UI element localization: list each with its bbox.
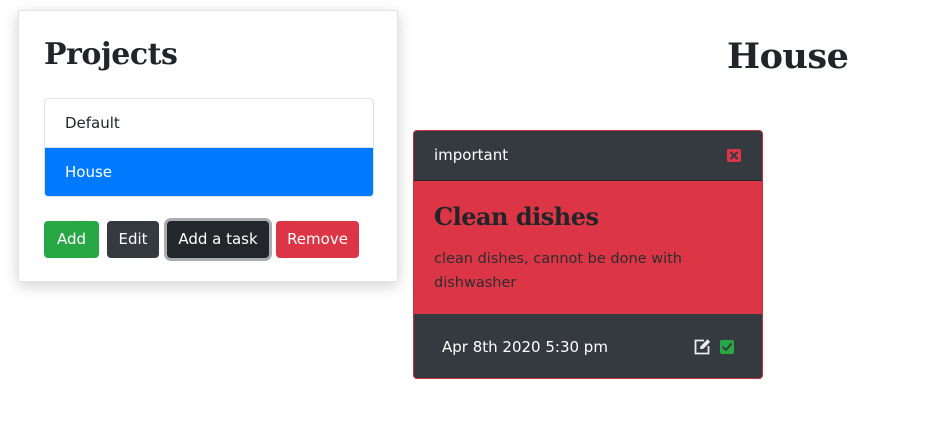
edit-icon[interactable] bbox=[693, 338, 712, 355]
remove-project-button[interactable]: Remove bbox=[276, 221, 359, 258]
project-list: Default House bbox=[44, 98, 374, 197]
task-due-date: Apr 8th 2020 5:30 pm bbox=[442, 338, 608, 356]
task-card: important Clean dishes clean dishes, can… bbox=[413, 130, 763, 379]
project-heading: House bbox=[727, 36, 849, 77]
close-icon[interactable] bbox=[727, 149, 741, 162]
task-title: Clean dishes bbox=[434, 202, 599, 231]
task-header: important bbox=[414, 131, 762, 181]
add-task-button[interactable]: Add a task bbox=[167, 221, 269, 258]
project-item-default[interactable]: Default bbox=[45, 99, 373, 148]
project-item-house[interactable]: House bbox=[45, 148, 373, 196]
projects-title: Projects bbox=[44, 37, 178, 72]
task-body: Clean dishes clean dishes, cannot be don… bbox=[414, 181, 762, 314]
task-priority: important bbox=[434, 146, 509, 164]
add-project-button[interactable]: Add bbox=[44, 221, 99, 258]
projects-panel: Projects Default House Add Edit Add a ta… bbox=[18, 10, 398, 282]
task-footer: Apr 8th 2020 5:30 pm bbox=[414, 314, 762, 378]
check-icon[interactable] bbox=[720, 340, 734, 354]
task-description: clean dishes, cannot be done with dishwa… bbox=[434, 251, 682, 291]
edit-project-button[interactable]: Edit bbox=[107, 221, 159, 258]
